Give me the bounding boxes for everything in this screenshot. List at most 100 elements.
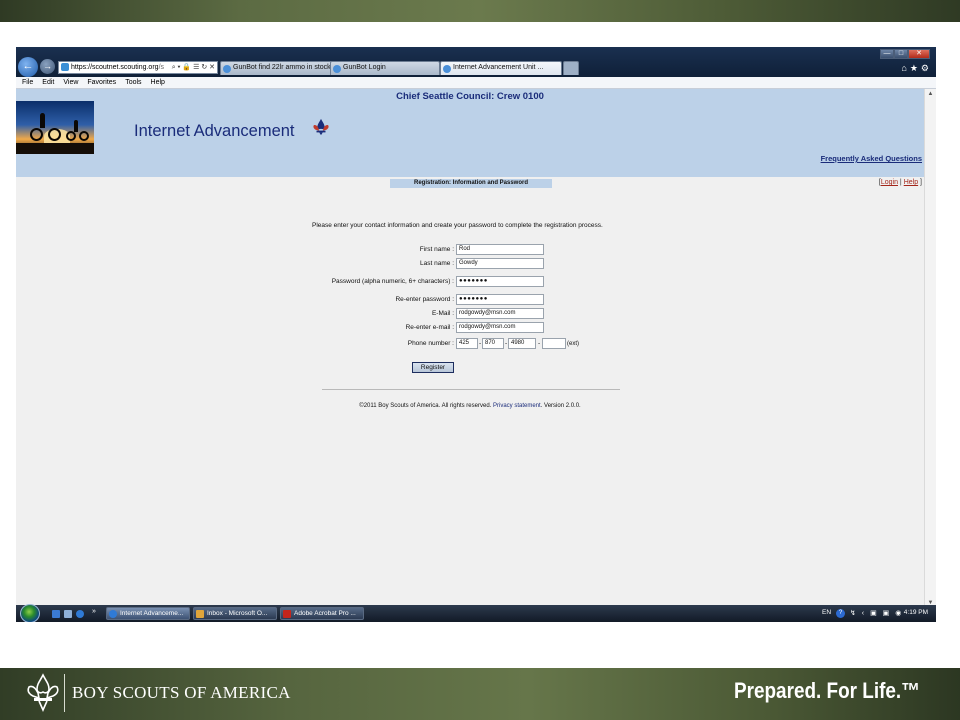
tab-label: Internet Advancement Unit ... [453,64,544,71]
phone-label: Phone number : [407,340,454,347]
acrobat-app-icon [283,610,291,618]
bike-wheel [79,131,89,141]
slide-top-band [0,0,960,22]
form-row-reenter-email: Re-enter e-mail : rodgowdy@msn.com [16,322,924,334]
tab-label: GunBot Login [343,64,386,71]
form-row-first-name: First name : Rod [16,244,924,256]
address-url: https://scoutnet.scouting.org [71,64,159,71]
phone-dash: - [538,340,541,347]
tab-internet-advancement[interactable]: Internet Advancement Unit ... [440,61,562,75]
bsa-fleur-de-lis-logo [27,673,59,712]
switch-windows-icon[interactable] [64,610,72,618]
phone-dash: - [479,340,482,347]
tab-label: GunBot find 22lr ammo in stock [233,64,331,71]
section-header-bar: Registration: Information and Password [390,179,552,188]
taskbar-ie-button[interactable]: Internet Advanceme... [106,607,190,620]
first-name-input[interactable]: Rod [456,244,544,255]
menu-view[interactable]: View [63,77,78,88]
back-button[interactable]: ← [18,57,38,77]
page-footer: ©2011 Boy Scouts of America. All rights … [16,403,924,409]
menu-tools[interactable]: Tools [125,77,141,88]
maximize-button[interactable]: □ [894,49,908,59]
password-input[interactable]: ●●●●●●● [456,276,544,287]
copyright-text: ©2011 Boy Scouts of America. All rights … [359,403,492,409]
show-desktop-icon[interactable] [52,610,60,618]
new-tab-button[interactable] [563,61,579,75]
email-input[interactable]: rodgowdy@msn.com [456,308,544,319]
bike-wheel [30,128,43,141]
address-bar[interactable]: https://scoutnet.scouting.org/s ⌕ ▾ 🔒 ☰ … [58,61,218,74]
last-name-input[interactable]: Gowdy [456,258,544,269]
phone-line-input[interactable]: 4980 [508,338,536,349]
footer-divider [322,389,620,390]
vertical-scrollbar[interactable]: ▲ ▼ [924,89,936,609]
quicklaunch-more-icon[interactable]: » [92,608,96,615]
menu-edit[interactable]: Edit [42,77,54,88]
web-page: Chief Seattle Council: Crew 0100 Interne… [16,89,924,609]
form-row-email: E-Mail : rodgowdy@msn.com [16,308,924,320]
minimize-button[interactable]: — [880,49,894,59]
phone-ext-input[interactable] [542,338,566,349]
page-title: Internet Advancement [134,122,295,140]
privacy-link[interactable]: Privacy statement [493,403,541,409]
reenter-password-input[interactable]: ●●●●●●● [456,294,544,305]
email-label: E-Mail : [431,310,454,317]
bike-wheel [66,131,76,141]
browser-screenshot: ← → https://scoutnet.scouting.org/s ⌕ ▾ … [16,47,936,622]
ie-app-icon [109,610,117,618]
start-button[interactable] [20,604,40,622]
register-button[interactable]: Register [412,362,454,373]
address-url-suffix: /s [158,64,165,71]
form-row-password: Password (alpha numeric, 6+ characters) … [16,276,924,288]
fleur-de-lis-icon [313,118,329,136]
menu-help[interactable]: Help [151,77,165,88]
last-name-label: Last name : [420,260,454,267]
council-title: Chief Seattle Council: Crew 0100 [396,91,544,102]
bsa-name: BOY SCOUTS OF AMERICA [72,683,291,702]
form-row-reenter-password: Re-enter password : ●●●●●●● [16,294,924,306]
reenter-email-label: Re-enter e-mail : [405,324,454,331]
windows-taskbar: » Internet Advanceme... Inbox - Microsof… [16,604,936,622]
bike-wheel [48,128,61,141]
taskbar-button-label: Internet Advanceme... [120,610,184,617]
version-text: . Version 2.0.0. [540,403,581,409]
top-links: [Login | Help ] [879,179,922,186]
home-favorites-tools-icons[interactable]: ⌂★⚙ [901,63,932,74]
outlook-app-icon [196,610,204,618]
browser-toolbar: ← → https://scoutnet.scouting.org/s ⌕ ▾ … [16,47,936,77]
phone-prefix-input[interactable]: 870 [482,338,504,349]
logo-divider [64,674,65,712]
scroll-up-arrow-icon[interactable]: ▲ [925,89,936,100]
help-icon[interactable]: ? [836,609,845,618]
phone-dash: - [505,340,508,347]
ie-page-icon [443,65,451,73]
taskbar-acrobat-button[interactable]: Adobe Acrobat Pro ... [280,607,364,620]
tray-icons[interactable]: ↯ ‹ ▣ ▣ ◉ [850,609,903,617]
menu-favorites[interactable]: Favorites [87,77,116,88]
reenter-email-input[interactable]: rodgowdy@msn.com [456,322,544,333]
system-tray: EN ? ↯ ‹ ▣ ▣ ◉ 4:19 PM [816,605,936,622]
address-tools-icons[interactable]: ⌕ ▾ 🔒 ☰ ↻ ✕ [169,62,215,73]
ie-quicklaunch-icon[interactable] [76,610,84,618]
phone-area-input[interactable]: 425 [456,338,478,349]
form-row-last-name: Last name : Gowdy [16,258,924,270]
forward-button[interactable]: → [40,59,55,74]
tab-gunbot-login[interactable]: GunBot Login [330,61,440,75]
first-name-label: First name : [419,246,454,253]
clock[interactable]: 4:19 PM [904,609,928,616]
ie-page-icon [333,65,341,73]
taskbar-outlook-button[interactable]: Inbox - Microsoft O... [193,607,277,620]
faq-link[interactable]: Frequently Asked Questions [821,154,922,163]
login-link[interactable]: Login [881,179,898,186]
language-indicator[interactable]: EN [822,609,831,616]
taskbar-button-label: Inbox - Microsoft O... [207,610,268,617]
reenter-password-label: Re-enter password : [395,296,454,303]
intro-text: Please enter your contact information an… [312,222,603,229]
site-favicon-icon [61,63,69,71]
form-row-phone: Phone number : 425 - 870 - 4980 - (ext) [16,338,924,350]
menu-file[interactable]: File [22,77,33,88]
close-button[interactable]: ✕ [908,49,930,59]
rider-silhouette [40,113,45,128]
taskbar-button-label: Adobe Acrobat Pro ... [294,610,356,617]
help-link[interactable]: Help [904,179,918,186]
